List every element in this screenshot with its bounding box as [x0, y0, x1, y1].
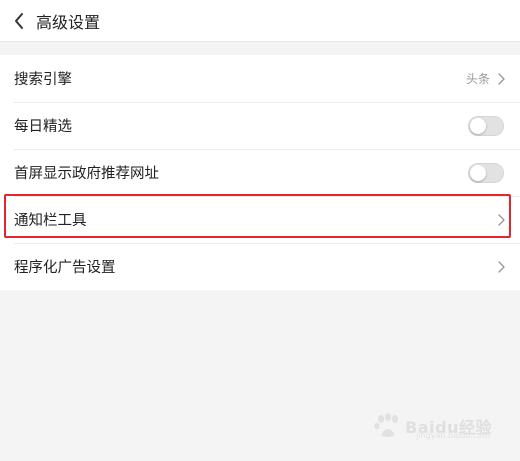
chevron-right-icon [496, 72, 506, 86]
daily-picks-toggle[interactable] [468, 115, 504, 136]
setting-row-daily-picks: 每日精选 [0, 102, 520, 149]
setting-label: 程序化广告设置 [14, 260, 116, 276]
chevron-right-icon [496, 213, 506, 227]
chevron-left-icon [15, 12, 23, 29]
page-title: 高级设置 [36, 12, 101, 32]
setting-value: 头条 [465, 72, 490, 86]
setting-label: 首屏显示政府推荐网址 [14, 166, 159, 182]
back-button[interactable] [2, 0, 36, 42]
toggle-knob [470, 117, 486, 134]
setting-label: 搜索引擎 [14, 72, 72, 88]
watermark-url: jingyan.baidu.com [416, 431, 490, 440]
gov-sites-toggle[interactable] [468, 162, 504, 183]
baidu-watermark: Baidu经验 jingyan.baidu.com [373, 413, 492, 440]
setting-row-programmatic-ads[interactable]: 程序化广告设置 [0, 243, 520, 290]
setting-row-search-engine[interactable]: 搜索引擎 头条 [0, 55, 520, 102]
header-bar: 高级设置 [0, 0, 520, 42]
setting-row-gov-sites: 首屏显示政府推荐网址 [0, 149, 520, 196]
setting-label: 每日精选 [14, 119, 72, 135]
toggle-knob [470, 164, 486, 181]
setting-row-notification-tools[interactable]: 通知栏工具 [0, 196, 520, 243]
setting-label: 通知栏工具 [14, 213, 87, 229]
settings-list: 搜索引擎 头条 每日精选 首屏显示政府推荐网址 通知栏工具 程序化广告设置 [0, 55, 520, 290]
chevron-right-icon [496, 260, 506, 274]
paw-icon [374, 413, 399, 437]
